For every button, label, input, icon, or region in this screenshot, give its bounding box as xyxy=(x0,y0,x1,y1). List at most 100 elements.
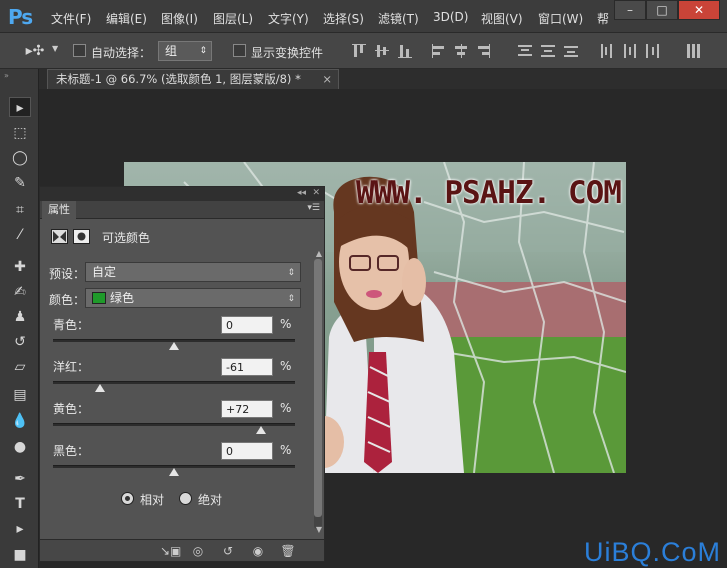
distribute-bottom-icon[interactable] xyxy=(564,43,578,59)
photoshop-logo: Ps xyxy=(8,5,33,29)
move-tool-icon[interactable]: ▸ xyxy=(9,97,31,117)
chevron-down-icon[interactable]: ▼ xyxy=(52,44,58,53)
move-tool-preset-icon[interactable]: ▸✣ xyxy=(24,41,46,61)
distribute-top-icon[interactable] xyxy=(518,43,532,59)
crop-tool-icon[interactable]: ⌗ xyxy=(9,200,31,220)
black-label: 黑色： xyxy=(53,444,90,458)
close-window-button[interactable]: ✕ xyxy=(678,0,720,20)
quick-select-tool-icon[interactable]: ✎ xyxy=(9,173,31,193)
blur-tool-icon[interactable]: 💧 xyxy=(9,411,31,431)
reset-icon[interactable]: ↺ xyxy=(220,543,236,559)
trash-icon[interactable]: 🗑 xyxy=(280,543,296,559)
preset-dropdown[interactable]: 自定 ⇕ xyxy=(85,262,301,282)
align-hcenter-icon[interactable] xyxy=(454,43,468,59)
pen-tool-icon[interactable]: ✒ xyxy=(9,469,31,489)
menu-3d[interactable]: 3D(D) xyxy=(433,10,468,24)
panel-menu-icon[interactable]: ▾☰ xyxy=(307,203,320,213)
view-previous-icon[interactable]: ◎ xyxy=(190,543,206,559)
panel-tab-bar: 属性 ▾☰ xyxy=(40,201,324,219)
auto-align-icon[interactable] xyxy=(686,43,700,59)
absolute-label: 绝对 xyxy=(198,493,223,507)
adjustment-icon xyxy=(51,229,68,244)
auto-select-checkbox[interactable] xyxy=(73,44,86,57)
distribute-right-icon[interactable] xyxy=(645,43,659,59)
clip-to-layer-icon[interactable]: ↘▣ xyxy=(160,543,181,559)
document-tab-strip: 未标题-1 @ 66.7% (选取颜色 1, 图层蒙版/8) * × xyxy=(39,69,727,89)
brush-tool-icon[interactable]: ✍ xyxy=(9,282,31,302)
show-transform-checkbox[interactable] xyxy=(233,44,246,57)
minimize-button[interactable]: – xyxy=(614,0,646,20)
mask-icon[interactable] xyxy=(73,229,90,244)
menu-type[interactable]: 文字(Y) xyxy=(268,10,309,27)
menu-layer[interactable]: 图层(L) xyxy=(213,10,253,27)
tools-panel: » ▸ ⬚ ◯ ✎ ⌗ ⁄ ✚ ✍ ♟ ↺ ▱ ▤ 💧 ● ✒ T ▸ ■ xyxy=(0,69,39,568)
magenta-slider-thumb[interactable] xyxy=(95,384,106,392)
show-transform-label: 显示变换控件 xyxy=(251,46,324,60)
menu-window[interactable]: 窗口(W) xyxy=(538,10,583,27)
lasso-tool-icon[interactable]: ◯ xyxy=(9,148,31,168)
menu-image[interactable]: 图像(I) xyxy=(161,10,198,27)
menu-filter[interactable]: 滤镜(T) xyxy=(378,10,419,27)
absolute-radio[interactable] xyxy=(179,492,192,505)
align-top-icon[interactable] xyxy=(352,43,366,59)
cyan-percent: % xyxy=(280,317,292,331)
path-select-tool-icon[interactable]: ▸ xyxy=(9,519,31,539)
visibility-eye-icon[interactable]: ◉ xyxy=(250,543,266,559)
distribute-left-icon[interactable] xyxy=(599,43,613,59)
magenta-slider-track[interactable] xyxy=(53,381,295,384)
document-tab[interactable]: 未标题-1 @ 66.7% (选取颜色 1, 图层蒙版/8) * × xyxy=(47,69,339,89)
maximize-button[interactable]: □ xyxy=(646,0,678,20)
healing-brush-tool-icon[interactable]: ✚ xyxy=(9,257,31,277)
auto-select-value: 组 xyxy=(165,44,178,58)
updown-icon: ⇕ xyxy=(287,294,295,304)
properties-panel: ◂◂ ✕ 属性 ▾☰ 可选颜色 预设： 自定 ⇕ 颜色： 绿色 ⇕ 青色： 0 … xyxy=(39,186,325,562)
close-tab-icon[interactable]: × xyxy=(322,70,332,89)
align-vcenter-icon[interactable] xyxy=(375,43,389,59)
shape-tool-icon[interactable]: ■ xyxy=(9,545,31,565)
stamp-tool-icon[interactable]: ♟ xyxy=(9,307,31,327)
updown-icon: ⇕ xyxy=(199,46,207,56)
scroll-down-icon[interactable]: ▼ xyxy=(316,525,322,534)
magenta-value-input[interactable]: -61 xyxy=(221,358,273,376)
auto-select-dropdown[interactable]: 组 ⇕ xyxy=(158,41,212,61)
gradient-tool-icon[interactable]: ▤ xyxy=(9,385,31,405)
menu-select[interactable]: 选择(S) xyxy=(323,10,364,27)
cyan-slider-thumb[interactable] xyxy=(169,342,179,350)
yellow-slider-thumb[interactable] xyxy=(256,426,267,434)
distribute-vcenter-icon[interactable] xyxy=(541,43,555,59)
menu-help[interactable]: 帮 xyxy=(597,10,609,27)
panel-collapse-icon[interactable]: » xyxy=(4,71,9,80)
align-left-icon[interactable] xyxy=(431,43,445,59)
scroll-up-icon[interactable]: ▲ xyxy=(316,249,322,258)
panel-collapse-button[interactable]: ◂◂ xyxy=(297,188,306,198)
menu-view[interactable]: 视图(V) xyxy=(481,10,523,27)
eyedropper-tool-icon[interactable]: ⁄ xyxy=(9,225,31,245)
auto-select-label: 自动选择： xyxy=(91,46,152,60)
yellow-percent: % xyxy=(280,401,292,415)
menu-edit[interactable]: 编辑(E) xyxy=(106,10,147,27)
colors-dropdown[interactable]: 绿色 ⇕ xyxy=(85,288,301,308)
eraser-tool-icon[interactable]: ▱ xyxy=(9,357,31,377)
color-swatch xyxy=(92,292,106,304)
history-brush-tool-icon[interactable]: ↺ xyxy=(9,332,31,352)
yellow-value-input[interactable]: +72 xyxy=(221,400,273,418)
panel-close-button[interactable]: ✕ xyxy=(312,188,320,198)
marquee-tool-icon[interactable]: ⬚ xyxy=(9,123,31,143)
menu-file[interactable]: 文件(F) xyxy=(51,10,91,27)
magenta-label: 洋红： xyxy=(53,360,90,374)
panel-scrollbar-thumb[interactable] xyxy=(314,259,322,517)
panel-title-bar[interactable]: ◂◂ ✕ xyxy=(40,187,324,201)
relative-radio[interactable] xyxy=(121,492,134,505)
panel-scrollbar[interactable] xyxy=(314,259,322,529)
distribute-hcenter-icon[interactable] xyxy=(622,43,636,59)
align-bottom-icon[interactable] xyxy=(398,43,412,59)
black-value-input[interactable]: 0 xyxy=(221,442,273,460)
align-right-icon[interactable] xyxy=(477,43,491,59)
cyan-value-input[interactable]: 0 xyxy=(221,316,273,334)
tab-properties[interactable]: 属性 xyxy=(42,201,76,219)
type-tool-icon[interactable]: T xyxy=(9,494,31,514)
colors-label: 颜色： xyxy=(49,293,86,307)
dodge-tool-icon[interactable]: ● xyxy=(9,437,31,457)
black-slider-thumb[interactable] xyxy=(169,468,179,476)
photo-watermark-text: WWW. PSAHZ. COM xyxy=(356,175,622,211)
